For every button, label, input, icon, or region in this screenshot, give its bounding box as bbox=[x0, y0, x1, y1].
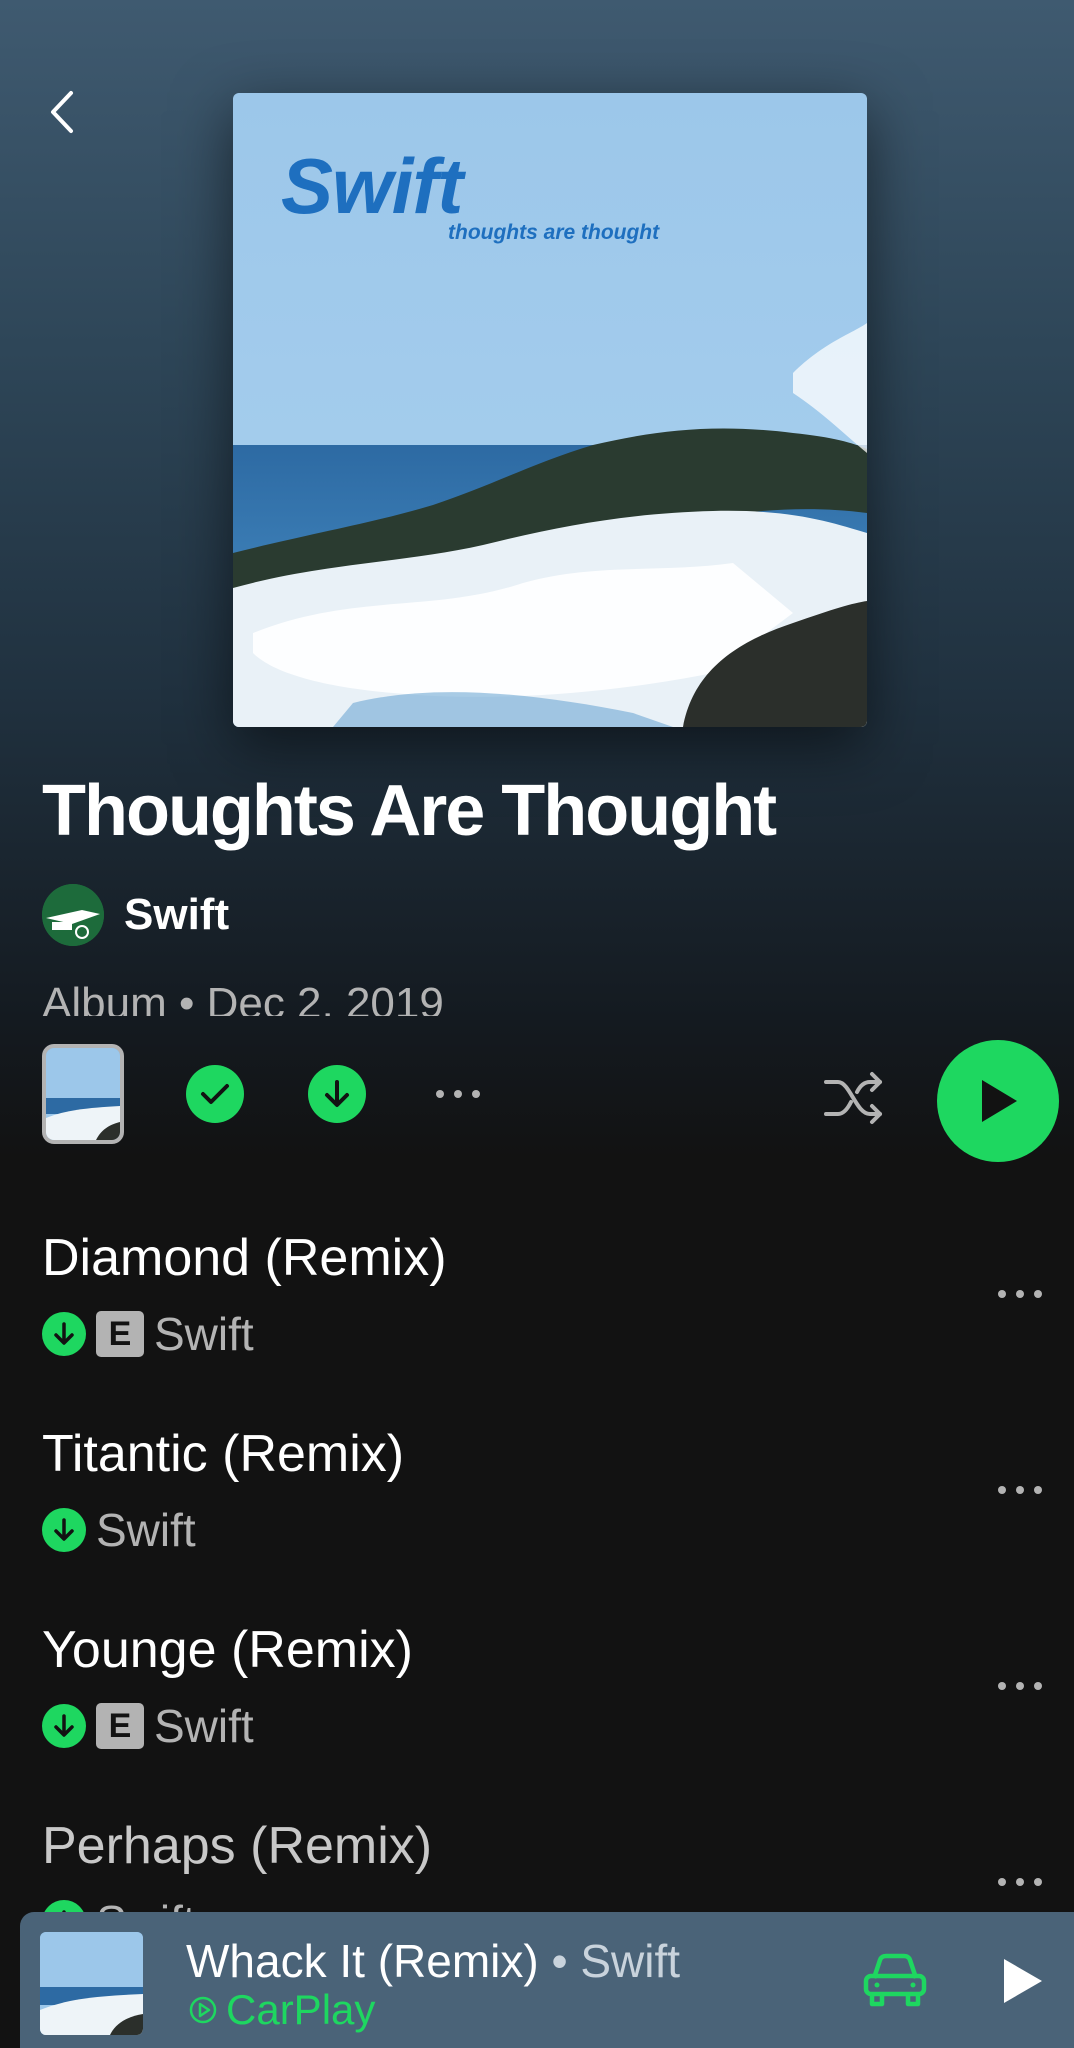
now-playing-play-button[interactable] bbox=[1000, 1956, 1044, 2011]
play-icon bbox=[982, 1080, 1017, 1122]
chevron-left-icon bbox=[51, 91, 73, 133]
track-subtitle: Swift bbox=[42, 1504, 196, 1556]
album-meta: Album • Dec 2, 2019 bbox=[42, 979, 444, 1016]
device-name: CarPlay bbox=[226, 1986, 376, 2033]
now-playing-artist: Swift bbox=[580, 1935, 681, 1987]
shuffle-icon bbox=[824, 1072, 882, 1124]
now-playing-title: Whack It (Remix) • Swift bbox=[186, 1934, 680, 1988]
play-button[interactable] bbox=[937, 1040, 1059, 1162]
track-more-button[interactable] bbox=[998, 1682, 1042, 1690]
car-icon bbox=[863, 1953, 927, 2007]
more-horizontal-icon bbox=[998, 1878, 1006, 1886]
more-options-button[interactable] bbox=[436, 1090, 480, 1098]
check-icon bbox=[201, 1084, 229, 1104]
track-more-button[interactable] bbox=[998, 1290, 1042, 1298]
track-artist: Swift bbox=[154, 1308, 254, 1360]
track-title: Younge (Remix) bbox=[42, 1621, 413, 1679]
track-row[interactable]: Diamond (Remix) E Swift bbox=[0, 1200, 1074, 1396]
download-icon bbox=[42, 1312, 86, 1356]
track-artist: Swift bbox=[96, 1504, 196, 1556]
artist-row[interactable]: Swift bbox=[42, 884, 229, 946]
track-more-button[interactable] bbox=[998, 1878, 1042, 1886]
cover-title-text: Swift bbox=[281, 142, 463, 230]
cover-subtitle-text: thoughts are thought bbox=[448, 221, 660, 244]
track-row[interactable]: Younge (Remix) E Swift bbox=[0, 1592, 1074, 1788]
play-icon bbox=[1004, 1959, 1042, 2003]
track-artist: Swift bbox=[154, 1700, 254, 1752]
track-title: Titantic (Remix) bbox=[42, 1425, 405, 1483]
track-row[interactable]: Titantic (Remix) Swift bbox=[0, 1396, 1074, 1592]
artist-avatar[interactable] bbox=[42, 884, 104, 946]
more-horizontal-icon bbox=[436, 1090, 444, 1098]
connected-device[interactable]: CarPlay bbox=[188, 1986, 375, 2034]
now-playing-separator: • bbox=[551, 1935, 568, 1987]
track-subtitle: E Swift bbox=[42, 1700, 254, 1752]
explicit-badge: E bbox=[96, 1703, 144, 1749]
now-playing-bar[interactable]: Whack It (Remix) • Swift CarPlay bbox=[20, 1912, 1074, 2048]
device-picker-button[interactable] bbox=[862, 1952, 928, 2013]
more-horizontal-icon bbox=[998, 1290, 1006, 1298]
track-list: Diamond (Remix) E Swift Titantic (Remix)… bbox=[0, 1200, 1074, 1984]
explicit-badge: E bbox=[96, 1311, 144, 1357]
album-controls bbox=[0, 1040, 1074, 1162]
more-horizontal-icon bbox=[998, 1486, 1006, 1494]
downloaded-button[interactable] bbox=[308, 1065, 366, 1123]
download-icon bbox=[42, 1508, 86, 1552]
saved-button[interactable] bbox=[186, 1065, 244, 1123]
now-playing-cover[interactable] bbox=[40, 1932, 143, 2035]
play-circle-icon bbox=[189, 1996, 217, 2024]
back-button[interactable] bbox=[40, 88, 84, 136]
album-cover: Swift thoughts are thought bbox=[233, 93, 867, 727]
track-title: Perhaps (Remix) bbox=[42, 1817, 433, 1875]
track-subtitle: E Swift bbox=[42, 1308, 254, 1360]
artist-name[interactable]: Swift bbox=[124, 890, 229, 940]
album-title: Thoughts Are Thought bbox=[42, 771, 777, 851]
download-icon bbox=[42, 1704, 86, 1748]
shuffle-button[interactable] bbox=[824, 1070, 884, 1126]
more-horizontal-icon bbox=[998, 1682, 1006, 1690]
track-title: Diamond (Remix) bbox=[42, 1229, 447, 1287]
track-more-button[interactable] bbox=[998, 1486, 1042, 1494]
download-icon bbox=[325, 1080, 349, 1107]
now-playing-track: Whack It (Remix) bbox=[186, 1935, 539, 1987]
album-preview-thumbnail[interactable] bbox=[42, 1044, 124, 1144]
